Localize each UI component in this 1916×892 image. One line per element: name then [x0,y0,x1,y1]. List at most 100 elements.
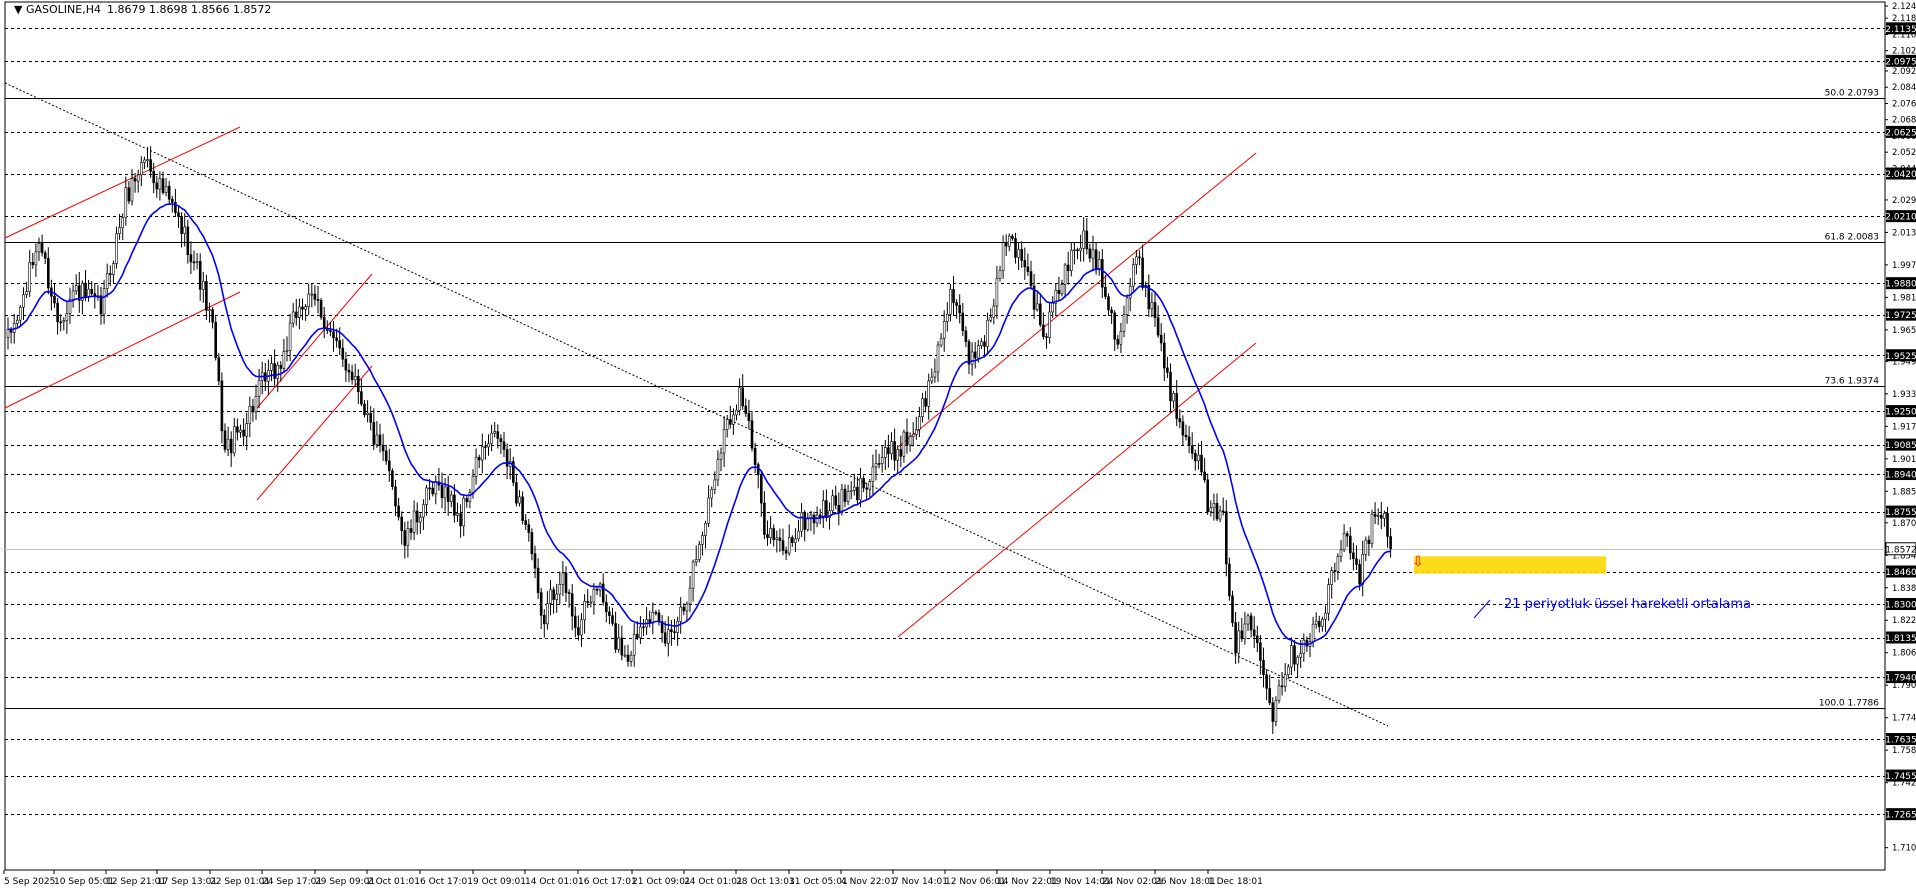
candle-body [620,637,624,656]
x-tick-label: 14 Nov 22:01 [997,877,1058,887]
candle-body [195,261,199,263]
candle-body [1277,685,1281,701]
candle-body [484,446,487,448]
candle-body [871,466,875,482]
candle-body [449,494,453,502]
candle-body [899,449,903,457]
candle-body [1020,249,1024,261]
candle-body [790,537,794,543]
candle-body [955,302,958,306]
candle-body [189,254,193,263]
candle-body [37,243,41,253]
candle-body [992,305,996,318]
candle-body [927,380,931,407]
x-tick-label: 16 Oct 17:01 [578,877,637,887]
x-tick-label: 28 Oct 13:01 [736,877,795,887]
price-label: 1.7265 [1885,811,1916,821]
candle-body [356,376,360,392]
y-tick-label: 1.8700 [1892,519,1916,529]
candle-body [697,544,701,560]
candle-body [372,422,376,445]
candle-body [468,492,472,503]
price-chart[interactable]: 2.12452.11852.11052.10252.09252.08452.07… [0,0,1916,888]
candle-body [549,589,552,604]
candle-body [220,380,224,432]
candle-body [171,198,174,203]
price-label: 1.9880 [1885,280,1916,290]
candle-body [369,412,373,423]
candle-body [462,498,466,527]
price-label: 1.9085 [1885,441,1916,451]
candle-body [242,429,245,437]
candle-body [198,261,202,290]
candle-body [1200,454,1203,473]
candle-body [71,290,75,300]
candle-body [890,441,893,455]
candle-body [933,371,937,378]
candle-body [1132,264,1135,287]
candle-body [1262,660,1265,676]
candle-body [592,588,596,603]
candle-body [846,491,850,502]
candle-body [1079,247,1082,251]
price-label: 1.8460 [1885,568,1916,578]
candle-body [434,481,438,495]
candle-body [1231,595,1234,623]
candle-body [440,484,444,499]
y-tick-label: 1.9175 [1892,422,1916,432]
candle-body [409,528,413,533]
candle-body [831,495,834,512]
candle-body [772,528,776,540]
candle-body [1135,256,1138,265]
candle-body [527,524,531,533]
candle-body [945,313,949,322]
candle-body [59,321,63,324]
candle-body [487,443,490,448]
candle-body [877,463,881,465]
candle-body [1321,618,1324,627]
candle-body [753,447,757,465]
candle-body [384,450,388,462]
candle-body [1237,630,1240,654]
candle-body [161,178,165,193]
candle-body [518,496,521,504]
candle-body [127,187,131,202]
fib-label: 61.8 2.0083 [1825,233,1879,243]
candle-body [1209,507,1213,512]
candle-body [595,588,599,591]
candle-body [1190,445,1194,454]
candle-body [251,405,255,413]
candle-body [31,262,35,266]
candle-body [1265,674,1268,689]
candle-body [1023,260,1027,268]
candle-body [521,496,524,521]
candle-body [911,434,915,437]
candle-body [744,405,748,414]
y-tick-label: 2.0685 [1892,116,1916,126]
candle-body [1150,302,1154,310]
candle-body [629,654,633,662]
candle-body [1364,539,1368,555]
candle-body [865,487,869,490]
chart-background [0,0,1916,888]
fib-label: 100.0 1.7786 [1819,699,1879,709]
x-tick-label: 4 Nov 22:01 [841,877,896,887]
candle-body [1048,311,1051,338]
candle-body [294,311,298,318]
candle-body [1302,639,1306,654]
candle-body [186,226,190,255]
candle-body [1330,570,1333,585]
candle-body [1063,264,1067,285]
fib-label: 50.0 2.0793 [1825,89,1879,99]
candle-body [102,288,106,315]
candle-body [301,306,304,310]
candle-body [46,258,50,289]
candle-body [1169,372,1172,402]
candle-body [750,420,754,449]
candle-body [1082,230,1085,249]
x-tick-label: 24 Sep 17:01 [262,877,322,887]
candle-body [769,528,772,539]
candle-body [632,633,636,656]
candle-body [654,612,658,614]
y-tick-label: 1.9335 [1892,390,1916,400]
